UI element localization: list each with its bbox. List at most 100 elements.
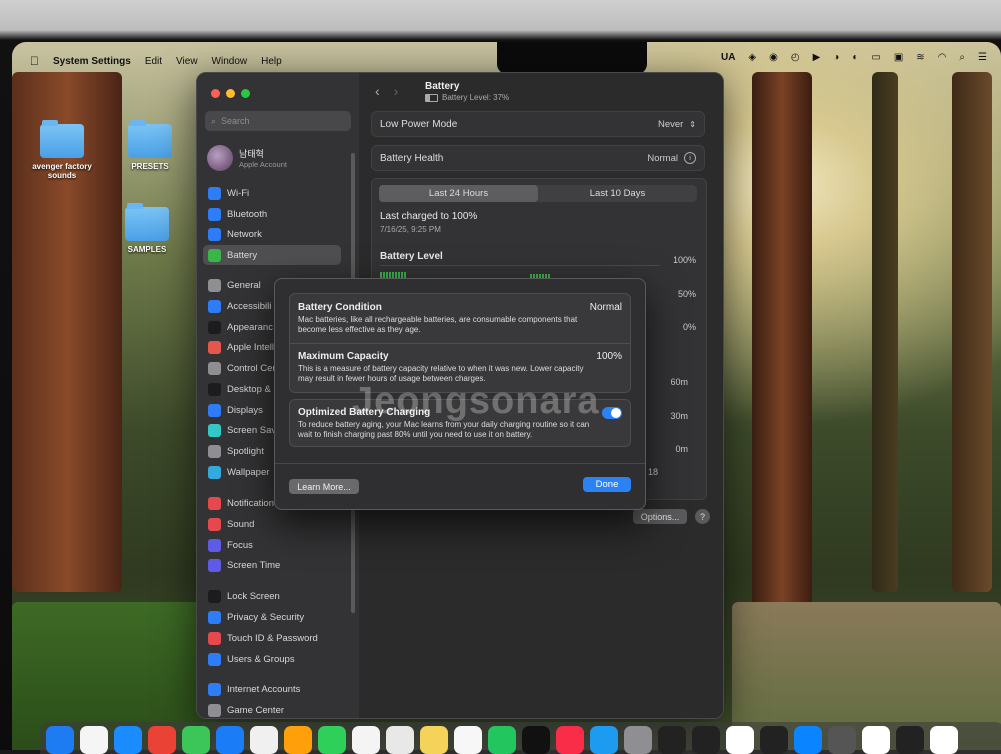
fingerprint-icon <box>208 631 221 645</box>
back-icon[interactable]: ‹ <box>375 83 380 99</box>
usage-tick-0: 0m <box>675 444 688 454</box>
battery-status-icon[interactable]: ▭ <box>871 52 880 63</box>
help-button[interactable]: ? <box>695 509 710 524</box>
sidebar-item-label: Battery <box>227 249 258 261</box>
sidebar-item-label: Screen Time <box>227 559 281 571</box>
waves-icon[interactable]: ≋ <box>916 52 924 63</box>
menu-app-name[interactable]: System Settings <box>53 56 131 67</box>
desktop-folder[interactable]: SAMPLES <box>107 203 187 254</box>
account-subtitle: Apple Account <box>239 160 287 169</box>
optimized-charging-toggle[interactable] <box>602 407 622 419</box>
sidebar-item-label: Spotlight <box>227 445 264 457</box>
menu-view[interactable]: View <box>176 56 198 67</box>
globe-icon <box>208 227 221 241</box>
menu-help[interactable]: Help <box>261 56 282 67</box>
divider <box>290 343 630 344</box>
apple-menu-icon[interactable]:  <box>30 54 39 68</box>
sidebar-item-network[interactable]: Network <box>203 224 341 244</box>
battery-info-group: Battery Condition Normal Mac batteries, … <box>289 293 631 393</box>
battery-condition-description: Mac batteries, like all rechargeable bat… <box>298 315 578 334</box>
sidebar-item-label: Network <box>227 228 262 240</box>
low-power-popup[interactable]: Never ⇕ <box>658 119 696 130</box>
tab-last-24-hours[interactable]: Last 24 Hours <box>379 185 538 202</box>
status-app-icon[interactable]: ◉ <box>769 52 778 63</box>
done-button[interactable]: Done <box>583 477 631 492</box>
learn-more-button[interactable]: Learn More... <box>289 479 359 494</box>
usage-tick-60: 60m <box>670 377 688 387</box>
appearance-icon <box>208 320 221 334</box>
sidebar-item-label: Bluetooth <box>227 208 268 220</box>
control-center-icon <box>208 361 221 375</box>
magnifier-icon <box>208 444 221 458</box>
sidebar-item-internet-accounts[interactable]: Internet Accounts <box>203 679 341 699</box>
menu-window[interactable]: Window <box>212 56 248 67</box>
search-field[interactable]: ⌕ Search <box>205 111 351 131</box>
low-power-value: Never <box>657 118 684 130</box>
chevron-updown-icon: ⇕ <box>689 119 696 129</box>
desktop:  System Settings Edit View Window Help … <box>12 42 1001 750</box>
tree-trunk <box>952 72 992 592</box>
divider <box>275 463 645 464</box>
sidebar-item-touch-id-password[interactable]: Touch ID & Password <box>203 628 341 648</box>
forward-icon[interactable]: › <box>394 83 399 99</box>
minimize-button[interactable] <box>226 89 235 98</box>
sidebar-item-game-center[interactable]: Game Center <box>203 700 341 718</box>
dock <box>40 722 1001 754</box>
battery-health-label: Battery Health <box>380 152 444 164</box>
page-title: Battery <box>425 81 460 92</box>
sidebar-item-users-groups[interactable]: Users & Groups <box>203 649 341 669</box>
apple-intelligence-icon <box>208 340 221 354</box>
input-source-indicator[interactable]: UA <box>721 52 735 63</box>
menu-bar:  System Settings Edit View Window Help … <box>12 42 1001 74</box>
control-center-icon[interactable]: ☰ <box>978 52 987 63</box>
sidebar-item-lock-screen[interactable]: Lock Screen <box>203 586 341 606</box>
folder-label: avenger factory sounds <box>32 162 92 180</box>
close-button[interactable] <box>211 89 220 98</box>
desktop-folder[interactable]: avenger factory sounds <box>22 120 102 180</box>
sidebar-item-label: Internet Accounts <box>227 683 301 695</box>
menu-extra-icon[interactable]: ◐ <box>852 52 858 63</box>
sidebar-item-privacy-security[interactable]: Privacy & Security <box>203 607 341 627</box>
accessibility-icon <box>208 299 221 313</box>
battery-level-text: Battery Level: 37% <box>442 93 510 102</box>
menu-extra-icon[interactable]: ◑ <box>833 52 839 63</box>
sidebar-item-label: Lock Screen <box>227 590 280 602</box>
time-machine-icon[interactable]: ◴ <box>791 52 800 63</box>
sidebar-item-sound[interactable]: Sound <box>203 514 341 534</box>
audio-plugin-icon[interactable]: ◈ <box>748 52 756 63</box>
play-icon[interactable]: ▶ <box>813 52 821 63</box>
maximum-capacity-value: 100% <box>596 351 622 362</box>
apple-account[interactable]: 남태혁 Apple Account <box>207 145 287 171</box>
sidebar-item-battery[interactable]: Battery <box>203 245 341 265</box>
folder-icon <box>40 120 84 158</box>
sidebar-item-wi-fi[interactable]: Wi-Fi <box>203 183 341 203</box>
sidebar-item-bluetooth[interactable]: Bluetooth <box>203 204 341 224</box>
desktop-folder[interactable]: PRESETS <box>110 120 190 171</box>
wifi-icon <box>208 186 221 200</box>
sidebar-item-label: Game Center <box>227 704 285 716</box>
folder-label: SAMPLES <box>127 245 167 254</box>
usage-tick-30: 30m <box>670 411 688 421</box>
menu-edit[interactable]: Edit <box>145 56 162 67</box>
options-button[interactable]: Options... <box>633 509 687 524</box>
display-icon[interactable]: ▣ <box>894 52 903 63</box>
folder-icon <box>125 203 169 241</box>
battery-health-value-group: Normal i <box>647 152 696 164</box>
spotlight-icon[interactable]: ⌕ <box>959 52 965 63</box>
battery-condition-value: Normal <box>589 302 622 313</box>
tab-last-10-days[interactable]: Last 10 Days <box>538 185 697 202</box>
tree-trunk <box>752 72 812 692</box>
watermark: Jeongsonara <box>352 380 600 422</box>
sidebar-item-screen-time[interactable]: Screen Time <box>203 555 341 575</box>
wifi-status-icon[interactable]: ◠ <box>938 52 947 63</box>
battery-condition-title: Battery Condition <box>298 302 382 313</box>
sidebar-item-label: Notification <box>227 497 274 509</box>
bluetooth-icon <box>208 207 221 221</box>
zoom-button[interactable] <box>241 89 250 98</box>
avatar <box>207 145 233 171</box>
camera-notch <box>497 42 647 74</box>
search-icon: ⌕ <box>211 115 217 126</box>
sidebar-item-focus[interactable]: Focus <box>203 535 341 555</box>
info-icon[interactable]: i <box>684 152 696 164</box>
game-center-icon <box>208 703 221 717</box>
